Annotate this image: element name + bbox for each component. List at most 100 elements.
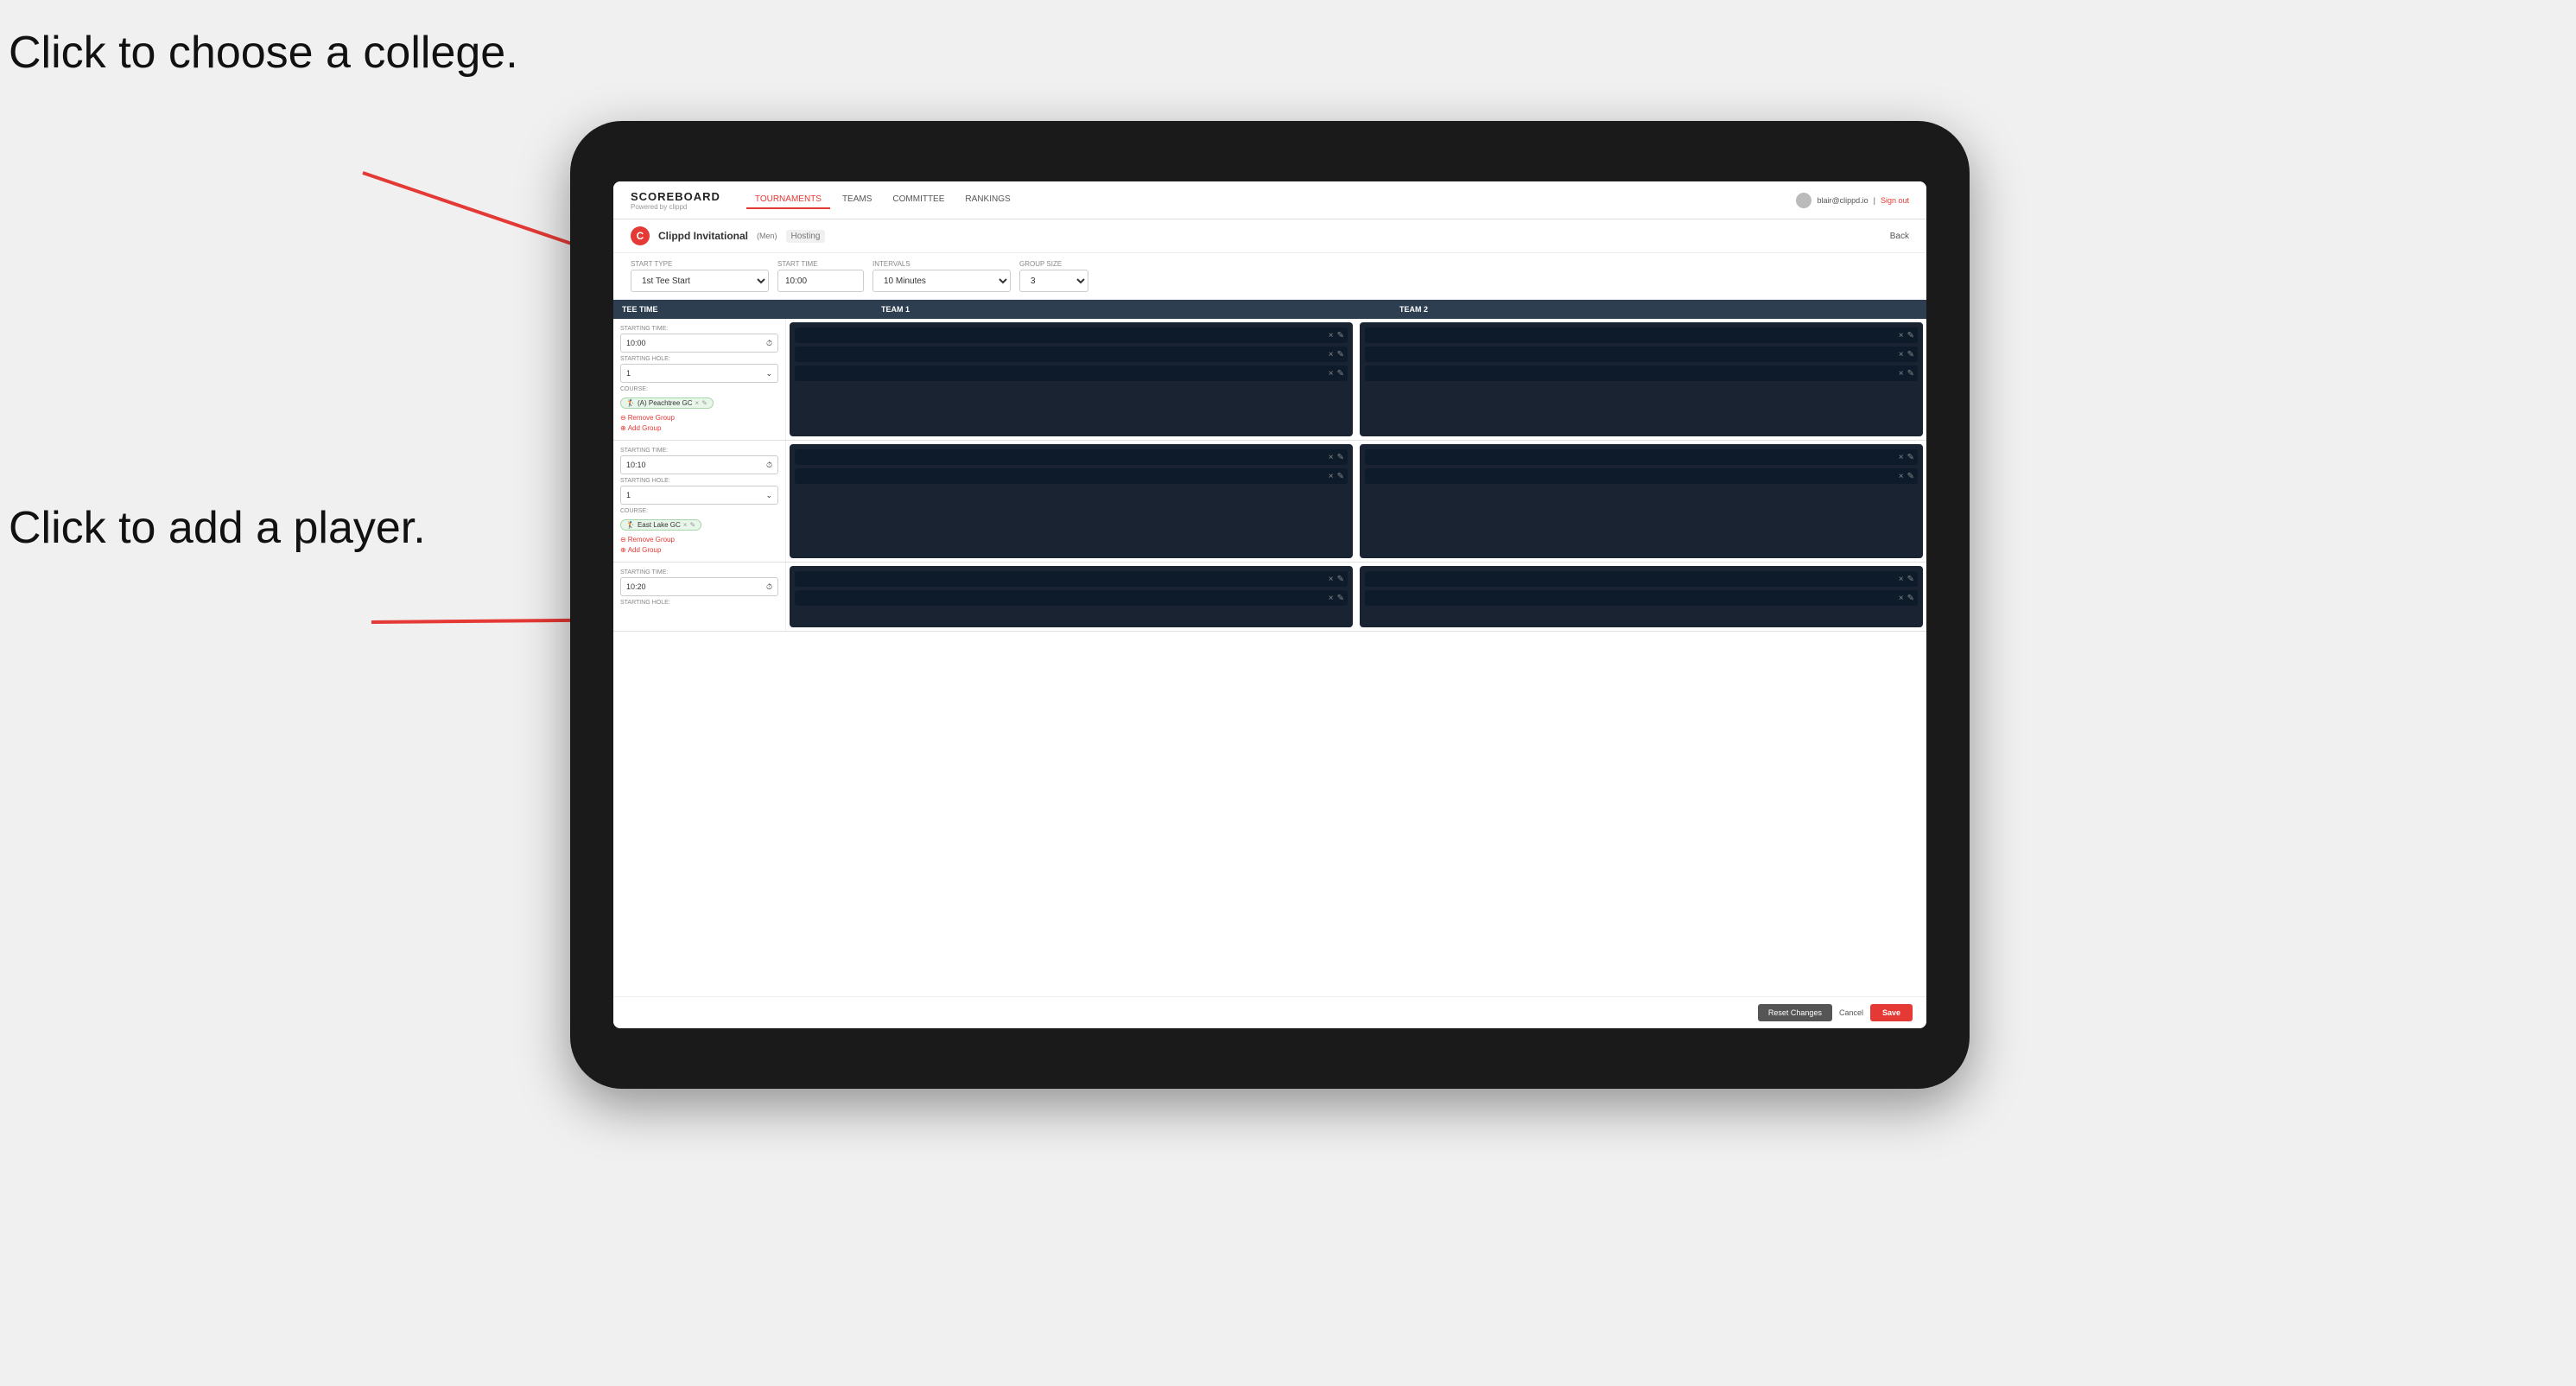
- team2-cell-2: × ✎ × ✎: [1360, 444, 1923, 558]
- group-size-group: Group Size 3 4 2: [1019, 260, 1088, 292]
- player-slot-1-1[interactable]: × ✎: [795, 327, 1348, 343]
- player-edit-btn-5-1[interactable]: ✎: [1337, 575, 1344, 584]
- player-edit-btn-1-3[interactable]: ✎: [1337, 369, 1344, 378]
- player-slot-4-1[interactable]: × ✎: [1365, 449, 1918, 465]
- group-row-2: STARTING TIME: 10:10 ⏱ STARTING HOLE: 1 …: [613, 441, 1926, 563]
- add-icon-2: ⊕: [620, 546, 626, 554]
- schedule-header: Tee Time Team 1 Team 2: [613, 300, 1926, 319]
- save-button[interactable]: Save: [1870, 1004, 1913, 1021]
- brand-title: SCOREBOARD: [631, 190, 720, 203]
- player-edit-btn-6-2[interactable]: ✎: [1907, 594, 1914, 603]
- nav-tournaments[interactable]: TOURNAMENTS: [746, 191, 830, 209]
- cancel-button[interactable]: Cancel: [1839, 1008, 1863, 1017]
- course-remove-2[interactable]: ×: [683, 521, 688, 529]
- reset-button[interactable]: Reset Changes: [1758, 1004, 1832, 1021]
- player-x-btn-4-1[interactable]: ×: [1899, 453, 1904, 462]
- remove-group-btn-1[interactable]: ⊖ Remove Group: [620, 413, 778, 423]
- nav-right: blair@clippd.io | Sign out: [1796, 193, 1909, 208]
- start-time-group: Start Time: [777, 260, 864, 292]
- player-x-btn-1-2[interactable]: ×: [1329, 350, 1334, 359]
- player-x-btn-1-1[interactable]: ×: [1329, 331, 1334, 340]
- player-edit-btn-2-3[interactable]: ✎: [1907, 369, 1914, 378]
- player-edit-btn-1-2[interactable]: ✎: [1337, 350, 1344, 359]
- player-slot-1-2[interactable]: × ✎: [795, 346, 1348, 362]
- group-size-select[interactable]: 3 4 2: [1019, 270, 1088, 292]
- sign-out-link[interactable]: Sign out: [1881, 196, 1909, 205]
- sub-header: C Clippd Invitational (Men) Hosting Back: [613, 219, 1926, 253]
- add-group-btn-1[interactable]: ⊕ Add Group: [620, 423, 778, 433]
- player-x-btn-5-1[interactable]: ×: [1329, 575, 1334, 584]
- player-x-btn-6-2[interactable]: ×: [1899, 594, 1904, 603]
- player-slot-3-1[interactable]: × ✎: [795, 449, 1348, 465]
- intervals-select[interactable]: 10 Minutes 8 Minutes 12 Minutes: [872, 270, 1011, 292]
- starting-hole-field-2[interactable]: 1 ⌄: [620, 486, 778, 505]
- starting-hole-label-1: STARTING HOLE:: [620, 356, 778, 362]
- player-slot-1-3[interactable]: × ✎: [795, 366, 1348, 381]
- player-slot-5-2[interactable]: × ✎: [795, 590, 1348, 606]
- starting-time-field-2[interactable]: 10:10 ⏱: [620, 455, 778, 474]
- chevron-icon-2: ⌄: [765, 491, 772, 500]
- player-edit-btn-2-2[interactable]: ✎: [1907, 350, 1914, 359]
- player-x-btn-1-3[interactable]: ×: [1329, 369, 1334, 378]
- add-label-2: Add Group: [628, 546, 662, 554]
- player-edit-btn-1-1[interactable]: ✎: [1337, 331, 1344, 340]
- player-slot-2-1[interactable]: × ✎: [1365, 327, 1918, 343]
- remove-icon-2: ⊖: [620, 536, 626, 544]
- starting-hole-field-1[interactable]: 1 ⌄: [620, 364, 778, 383]
- tournament-title: Clippd Invitational: [658, 230, 748, 242]
- clock-icon-1: ⏱: [766, 339, 772, 348]
- nav-rankings[interactable]: RANKINGS: [956, 191, 1018, 209]
- player-slot-2-3[interactable]: × ✎: [1365, 366, 1918, 381]
- tee-time-cell-2: STARTING TIME: 10:10 ⏱ STARTING HOLE: 1 …: [613, 441, 786, 562]
- starting-hole-label-3: STARTING HOLE:: [620, 600, 778, 606]
- player-x-btn-6-1[interactable]: ×: [1899, 575, 1904, 584]
- player-edit-btn-3-2[interactable]: ✎: [1337, 472, 1344, 481]
- player-x-btn-2-3[interactable]: ×: [1899, 369, 1904, 378]
- course-tag-2[interactable]: 🏌 East Lake GC × ✎: [620, 519, 701, 531]
- player-x-btn-5-2[interactable]: ×: [1329, 594, 1334, 603]
- player-edit-btn-4-2[interactable]: ✎: [1907, 472, 1914, 481]
- player-x-btn-3-1[interactable]: ×: [1329, 453, 1334, 462]
- team1-cell-3: × ✎ × ✎: [790, 566, 1353, 627]
- player-x-btn-2-1[interactable]: ×: [1899, 331, 1904, 340]
- player-x-btn-3-2[interactable]: ×: [1329, 472, 1334, 481]
- player-slot-5-1[interactable]: × ✎: [795, 571, 1348, 587]
- course-edit-1[interactable]: ✎: [701, 399, 707, 407]
- clock-icon-2: ⏱: [766, 461, 772, 470]
- course-edit-2[interactable]: ✎: [689, 521, 695, 529]
- player-edit-btn-2-1[interactable]: ✎: [1907, 331, 1914, 340]
- player-x-btn-4-2[interactable]: ×: [1899, 472, 1904, 481]
- player-slot-4-2[interactable]: × ✎: [1365, 468, 1918, 484]
- player-slot-2-2[interactable]: × ✎: [1365, 346, 1918, 362]
- player-x-btn-2-2[interactable]: ×: [1899, 350, 1904, 359]
- remove-group-btn-2[interactable]: ⊖ Remove Group: [620, 535, 778, 544]
- annotation-player-text: Click to add a player.: [9, 503, 426, 553]
- group-row-3: STARTING TIME: 10:20 ⏱ STARTING HOLE: × …: [613, 563, 1926, 632]
- nav-committee[interactable]: COMMITTEE: [884, 191, 953, 209]
- remove-label-1: Remove Group: [628, 414, 675, 422]
- add-group-btn-2[interactable]: ⊕ Add Group: [620, 545, 778, 555]
- player-edit-btn-3-1[interactable]: ✎: [1337, 453, 1344, 462]
- starting-time-field-1[interactable]: 10:00 ⏱: [620, 334, 778, 353]
- course-icon-2: 🏌: [626, 521, 635, 529]
- group-actions-1: ⊖ Remove Group ⊕ Add Group: [620, 413, 778, 433]
- start-time-input[interactable]: [777, 270, 864, 292]
- course-tag-1[interactable]: 🏌 (A) Peachtree GC × ✎: [620, 397, 714, 409]
- starting-time-label-2: STARTING TIME:: [620, 448, 778, 454]
- player-slot-6-2[interactable]: × ✎: [1365, 590, 1918, 606]
- player-edit-btn-5-2[interactable]: ✎: [1337, 594, 1344, 603]
- starting-time-field-3[interactable]: 10:20 ⏱: [620, 577, 778, 596]
- player-edit-btn-6-1[interactable]: ✎: [1907, 575, 1914, 584]
- start-type-label: Start Type: [631, 260, 769, 268]
- player-slot-6-1[interactable]: × ✎: [1365, 571, 1918, 587]
- start-type-select[interactable]: 1st Tee Start Shotgun Start: [631, 270, 769, 292]
- player-edit-btn-4-1[interactable]: ✎: [1907, 453, 1914, 462]
- back-button[interactable]: Back: [1890, 232, 1909, 241]
- intervals-label: Intervals: [872, 260, 1011, 268]
- logo-c: C: [631, 226, 650, 245]
- player-slot-3-2[interactable]: × ✎: [795, 468, 1348, 484]
- course-value-1: (A) Peachtree GC: [638, 399, 693, 407]
- form-row: Start Type 1st Tee Start Shotgun Start S…: [613, 253, 1926, 300]
- nav-teams[interactable]: TEAMS: [834, 191, 880, 209]
- course-remove-1[interactable]: ×: [695, 399, 700, 407]
